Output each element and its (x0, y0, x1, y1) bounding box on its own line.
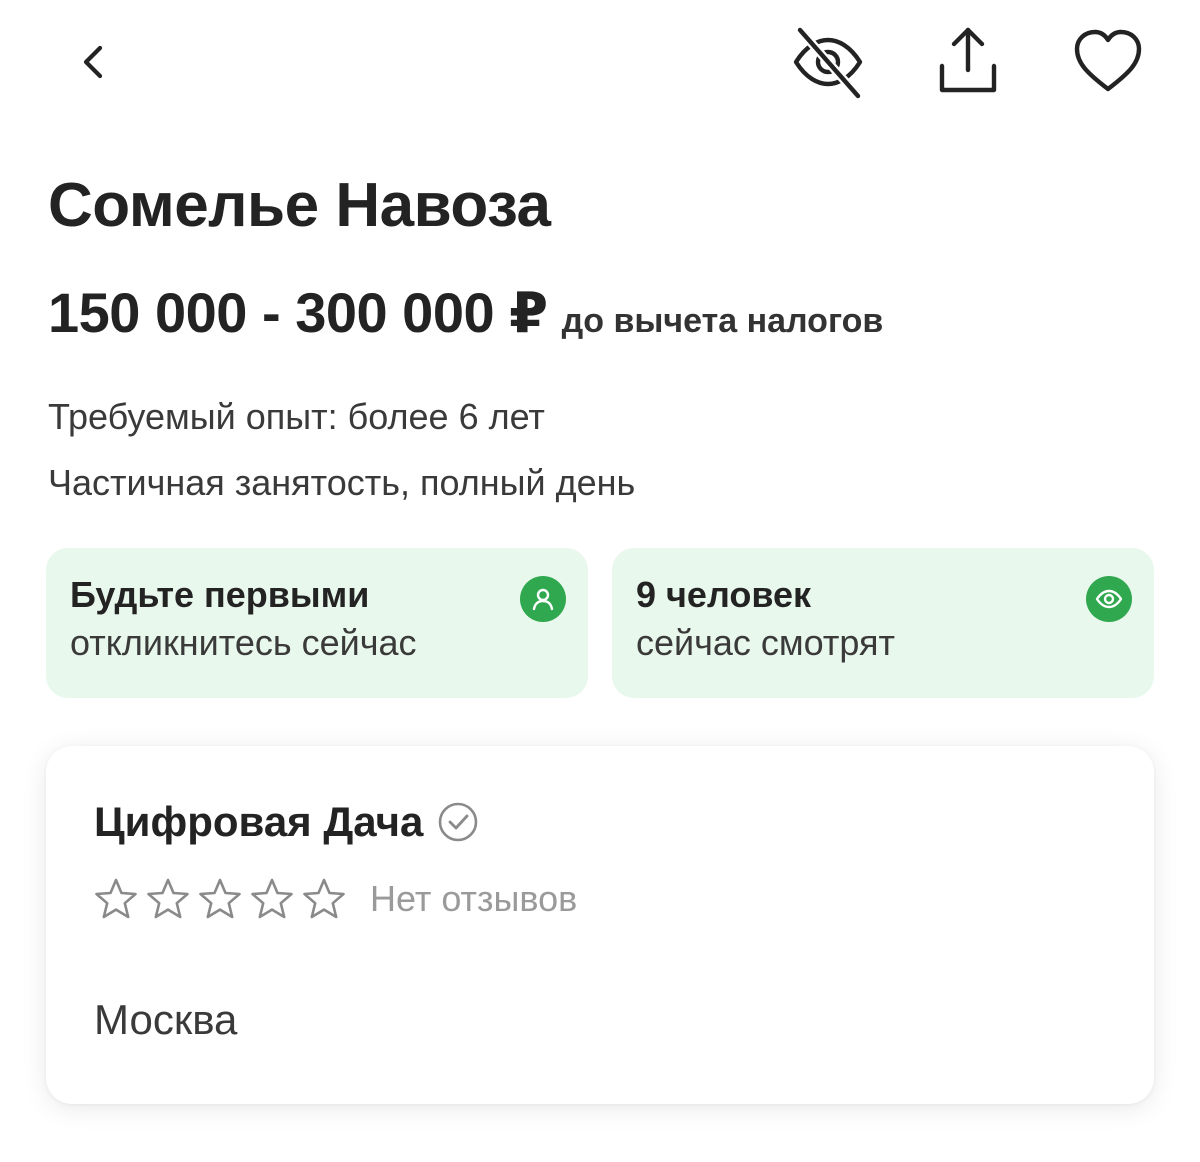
eye-off-icon (793, 27, 863, 99)
vacancy-page: Сомелье Навоза 150 000 - 300 000 ₽ до вы… (0, 0, 1200, 1162)
vacancy-title: Сомелье Навоза (48, 171, 551, 240)
employment-text: Частичная занятость, полный день (48, 462, 636, 503)
viewers-card: 9 человек сейчас смотрят (612, 548, 1154, 698)
rating-row: Нет отзывов (92, 876, 577, 922)
eye-icon (1086, 576, 1132, 622)
star-icon (95, 878, 137, 919)
company-name-row: Цифровая Дача (94, 798, 479, 846)
viewers-count: 9 человек (636, 574, 812, 615)
heart-icon (1074, 29, 1142, 92)
company-card[interactable]: Цифровая Дача Нет отзывов Москва (46, 746, 1154, 1104)
salary-range: 150 000 - 300 000 ₽ (48, 281, 548, 344)
be-first-subtitle: откликнитесь сейчас (70, 622, 417, 663)
star-icon (147, 878, 189, 919)
salary-row: 150 000 - 300 000 ₽ до вычета налогов (48, 280, 883, 346)
company-city: Москва (94, 996, 238, 1043)
hide-vacancy-button[interactable] (786, 20, 870, 104)
person-icon (520, 576, 566, 622)
rating-stars (92, 876, 348, 922)
back-button[interactable] (52, 20, 136, 104)
verified-check-icon (437, 801, 479, 843)
chevron-left-icon (83, 45, 103, 79)
share-button[interactable] (926, 18, 1010, 102)
salary-note: до вычета налогов (561, 302, 884, 340)
viewers-subtitle: сейчас смотрят (636, 622, 895, 663)
share-upload-icon (939, 27, 997, 93)
experience-text: Требуемый опыт: более 6 лет (48, 396, 545, 437)
reviews-text[interactable]: Нет отзывов (370, 878, 577, 920)
company-name[interactable]: Цифровая Дача (94, 798, 423, 846)
star-icon (251, 878, 293, 919)
be-first-card[interactable]: Будьте первыми откликнитесь сейчас (46, 548, 588, 698)
star-icon (199, 878, 241, 919)
favorite-button[interactable] (1066, 20, 1150, 104)
star-icon (303, 878, 345, 919)
be-first-title: Будьте первыми (70, 574, 370, 615)
